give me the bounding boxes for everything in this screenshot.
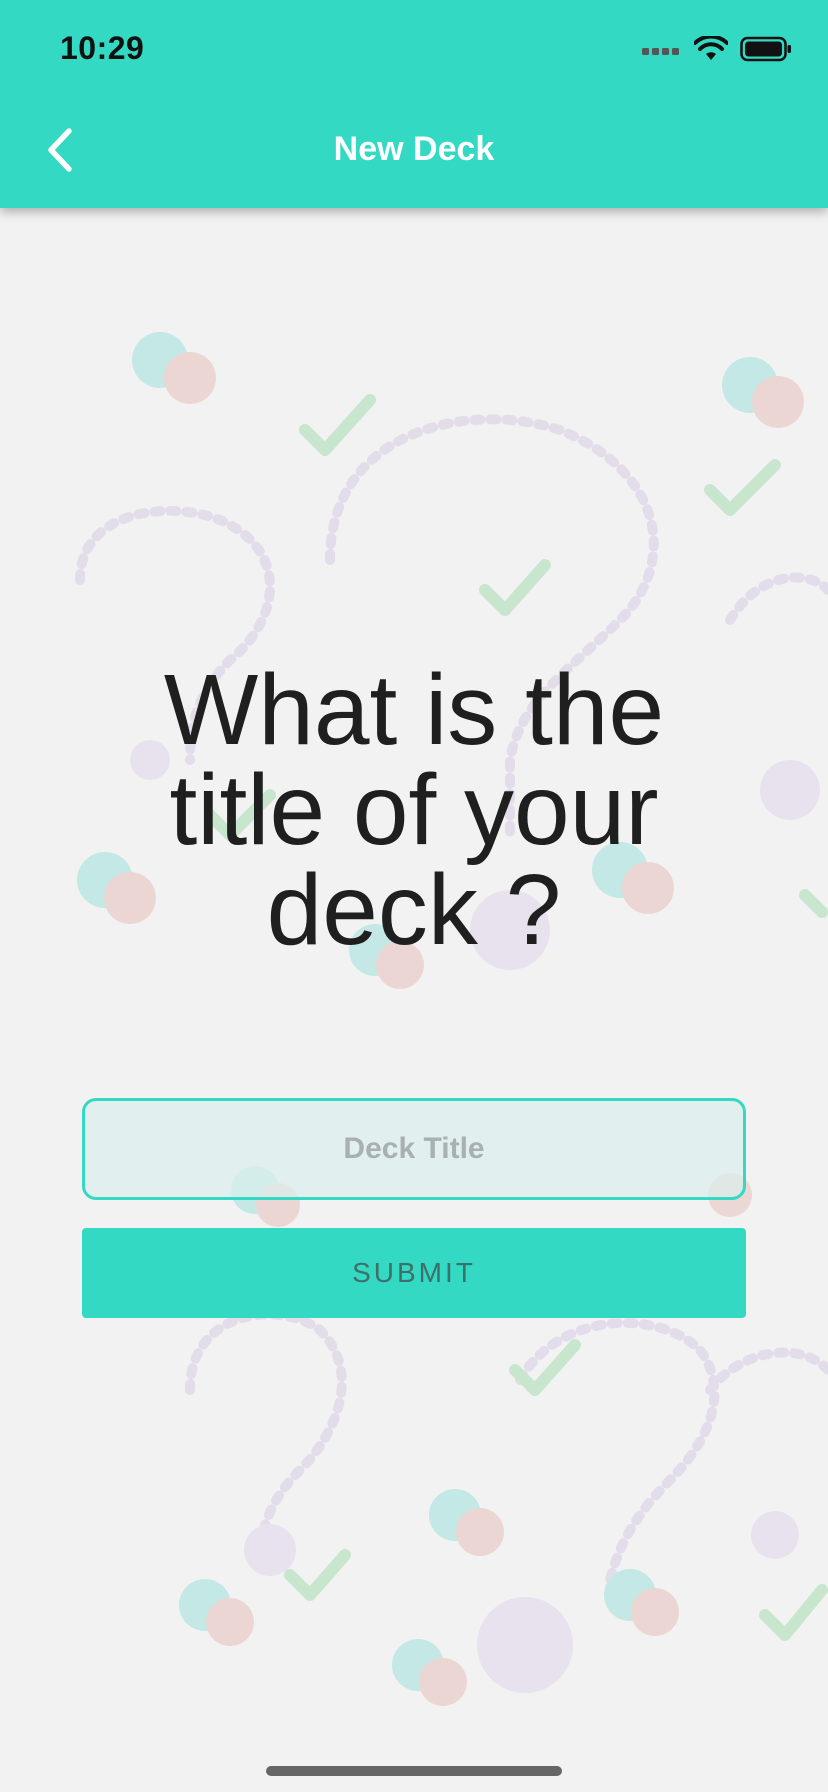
deck-title-input[interactable]	[82, 1098, 746, 1200]
app-header: 10:29 New Deck	[0, 0, 828, 208]
home-indicator[interactable]	[266, 1766, 562, 1776]
status-time: 10:29	[60, 30, 145, 66]
page-title: New Deck	[333, 130, 495, 168]
submit-button[interactable]: SUBMIT	[82, 1228, 746, 1318]
status-icons	[642, 36, 792, 62]
signal-icon	[642, 48, 679, 55]
wifi-icon	[694, 36, 728, 60]
deck-title-prompt: What is the title of your deck ?	[163, 654, 665, 966]
new-deck-screen: 10:29 New Deck What is the title of your…	[0, 0, 828, 1792]
battery-icon	[740, 36, 791, 62]
